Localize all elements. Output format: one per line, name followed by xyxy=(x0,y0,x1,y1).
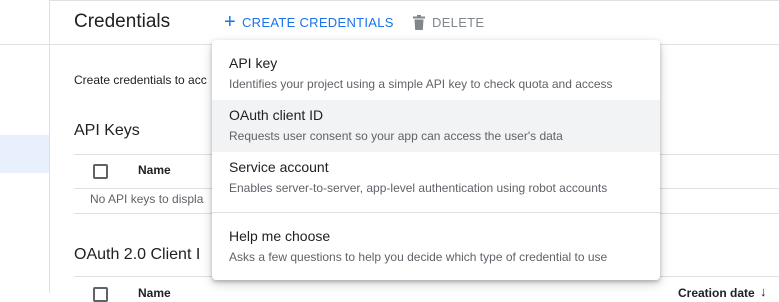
empty-state-text: No API keys to displa xyxy=(90,192,204,206)
menu-item-label: Service account xyxy=(229,159,329,175)
sidebar-item-credentials[interactable] xyxy=(0,135,49,173)
column-header-creation-date[interactable]: Creation date xyxy=(678,286,755,300)
api-keys-title: API Keys xyxy=(74,122,140,139)
menu-item-description: Identifies your project using a simple A… xyxy=(229,77,613,91)
column-header-name[interactable]: Name xyxy=(138,163,171,177)
menu-divider xyxy=(212,212,660,213)
page-title: Credentials xyxy=(74,11,171,32)
create-credentials-menu: API key Identifies your project using a … xyxy=(212,40,660,280)
menu-item-label: API key xyxy=(229,55,278,71)
oauth-clients-title: OAuth 2.0 Client I xyxy=(74,246,201,263)
select-all-checkbox[interactable] xyxy=(93,287,108,302)
column-header-name[interactable]: Name xyxy=(138,286,171,300)
menu-item-help-me-choose[interactable]: Help me choose Asks a few questions to h… xyxy=(212,221,660,273)
delete-label: DELETE xyxy=(432,14,485,30)
menu-item-oauth-client-id[interactable]: OAuth client ID Requests user consent so… xyxy=(212,100,660,152)
menu-item-description: Requests user consent so your app can ac… xyxy=(229,129,563,143)
menu-item-api-key[interactable]: API key Identifies your project using a … xyxy=(212,48,660,100)
page-description: Create credentials to acc xyxy=(74,73,207,87)
menu-item-description: Enables server-to-server, app-level auth… xyxy=(229,181,608,195)
menu-item-label: OAuth client ID xyxy=(229,107,324,123)
trash-icon xyxy=(413,14,425,30)
plus-icon: + xyxy=(224,11,236,33)
arrow-down-icon[interactable]: ↓ xyxy=(760,284,767,299)
menu-item-description: Asks a few questions to help you decide … xyxy=(229,250,608,264)
create-credentials-button[interactable]: + CREATE CREDENTIALS xyxy=(224,12,394,32)
select-all-checkbox[interactable] xyxy=(93,164,108,179)
top-border xyxy=(0,0,779,1)
create-credentials-label: CREATE CREDENTIALS xyxy=(241,14,394,30)
sidebar-divider xyxy=(0,44,49,45)
menu-item-label: Help me choose xyxy=(229,228,331,244)
menu-item-service-account[interactable]: Service account Enables server-to-server… xyxy=(212,152,660,204)
sidebar xyxy=(0,0,50,293)
delete-button[interactable]: DELETE xyxy=(412,12,484,32)
